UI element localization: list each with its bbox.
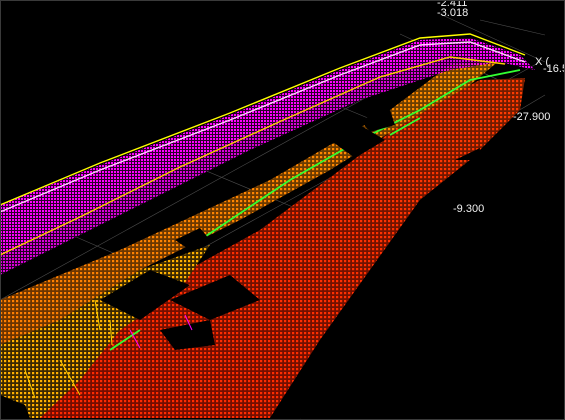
axis-value-corner: -16.5: [543, 63, 565, 75]
point-cloud-viewport[interactable]: -2.411 -3.018 X ( -16.5 -27.900 -9.300: [0, 0, 565, 420]
axis-value-top-second: -3.018: [437, 7, 469, 19]
axis-value-center: -9.300: [453, 203, 485, 215]
axis-value-right: -27.900: [513, 111, 551, 123]
